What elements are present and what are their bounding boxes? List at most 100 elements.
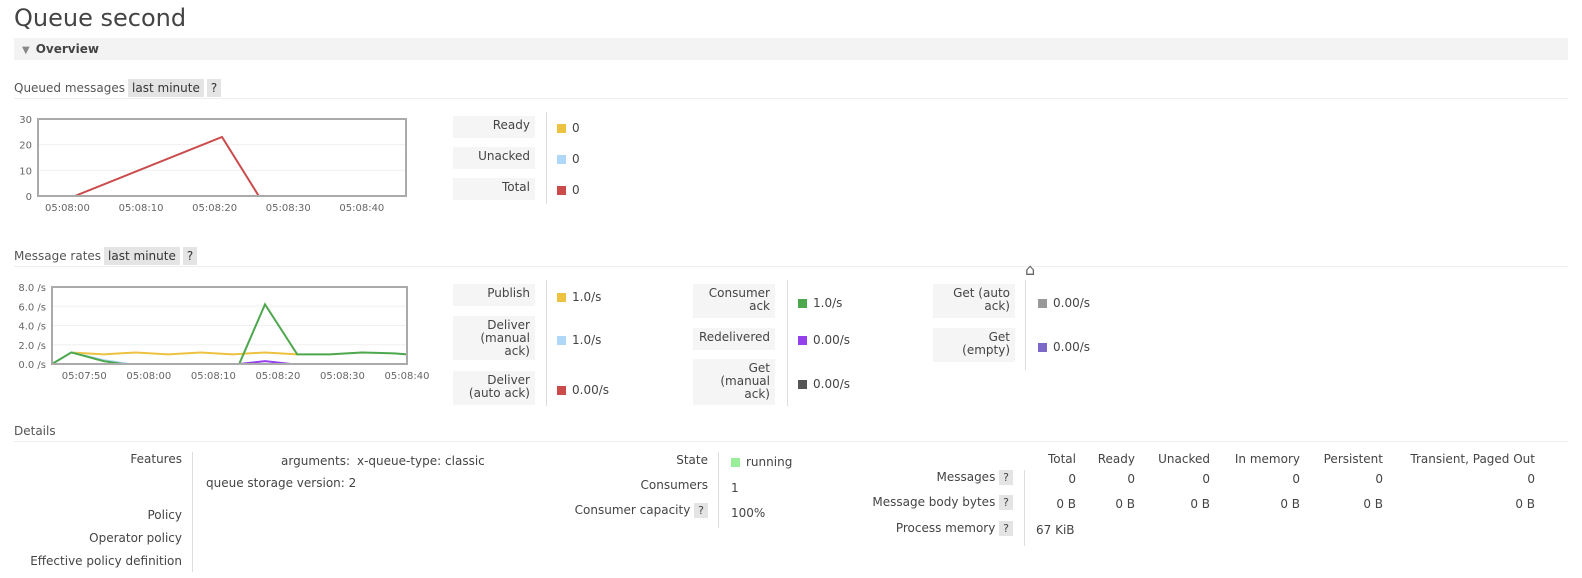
color-swatch [557, 124, 566, 133]
overview-section-toggle[interactable]: ▼ Overview [14, 38, 1568, 60]
x-tick-label: 05:08:00 [126, 371, 171, 382]
x-tick-label: 05:08:20 [192, 203, 237, 214]
stats-cell: 0 B [1515, 497, 1535, 511]
page-title: Queue second [14, 4, 187, 32]
y-tick-label: 0.0 /s [18, 360, 46, 371]
value-text: 0.00/s [813, 377, 851, 391]
legend-value: 0 [557, 183, 580, 197]
divider [14, 266, 1568, 267]
color-swatch [1038, 343, 1047, 352]
x-tick-label: 05:08:00 [45, 203, 90, 214]
legend-value: 0.00/s [798, 333, 850, 347]
divider [14, 441, 1568, 442]
legend-value: 0.00/s [1038, 340, 1090, 354]
help-button[interactable]: ? [182, 247, 198, 265]
plot-frame [37, 118, 407, 197]
message-rates-header: Message rates last minute? [14, 247, 198, 265]
x-tick-label: 05:08:30 [320, 371, 365, 382]
queued-messages-chart: 0 10 20 30 05:08:00 05:08:10 05:08:20 05:08:30 0… [19, 115, 407, 214]
range-selector[interactable]: last minute [128, 79, 204, 97]
consumers-value: 1 [731, 481, 739, 495]
policy-label: Policy [147, 508, 182, 522]
x-tick-label: 05:08:30 [266, 203, 311, 214]
x-tick-label: 05:08:10 [119, 203, 164, 214]
legend-label: Total [453, 178, 535, 200]
details-label: Details [14, 424, 56, 438]
legend-label: Consumer ack [693, 284, 775, 318]
help-button[interactable]: ? [206, 79, 222, 97]
series-line-total [38, 135, 406, 197]
legend-value: 0 [557, 152, 580, 166]
stats-row-label: Process memory ? [820, 521, 1013, 536]
color-swatch [798, 336, 807, 345]
divider [787, 280, 788, 406]
legend-value: 1.0/s [798, 296, 842, 310]
color-swatch [798, 299, 807, 308]
state-indicator [731, 458, 740, 467]
message-rates-chart: 0.0 /s 2.0 /s 4.0 /s 6.0 /s 8.0 /s 05:07:50 05… [18, 283, 430, 382]
y-tick-label: 20 [19, 141, 32, 152]
legend-value: 0 [557, 121, 580, 135]
divider [1025, 280, 1026, 370]
legend-value: 0.00/s [1038, 296, 1090, 310]
legend-label: Get (manual ack) [693, 359, 775, 405]
y-tick-label: 0 [26, 192, 32, 203]
value-text: 0.00/s [813, 333, 851, 347]
mouse-cursor-icon: ⌂ [1025, 260, 1036, 279]
legend-label: Get (empty) [933, 328, 1015, 362]
x-tick-label: 05:08:40 [339, 203, 384, 214]
value-text: 1.0/s [572, 333, 602, 347]
argument-key: x-queue-type: [357, 454, 442, 468]
legend-value: 0.00/s [557, 383, 609, 397]
legend-value: 1.0/s [557, 333, 601, 347]
divider [14, 98, 1568, 99]
legend-label: Unacked [453, 147, 535, 169]
divider [546, 280, 547, 406]
color-swatch [557, 386, 566, 395]
stats-cell: 0 [1202, 472, 1210, 486]
stats-cell: 67 KiB [1036, 523, 1075, 537]
x-tick-label: 05:08:20 [255, 371, 300, 382]
row-label-text: Process memory [895, 521, 996, 535]
overview-label: Overview [35, 42, 99, 56]
color-swatch [557, 155, 566, 164]
queued-label: Queued messages [14, 81, 126, 95]
consumers-label: Consumers [640, 478, 708, 492]
y-tick-label: 6.0 /s [18, 302, 46, 313]
y-tick-label: 10 [19, 166, 32, 177]
x-tick-label: 05:08:40 [385, 371, 430, 382]
state-label: State [676, 453, 708, 467]
features-label: Features [130, 452, 182, 466]
divider [546, 112, 547, 204]
y-tick-label: 4.0 /s [18, 322, 46, 333]
value-text: 0 [572, 183, 580, 197]
color-swatch [557, 186, 566, 195]
state-text: running [746, 455, 793, 469]
queued-messages-header: Queued messages last minute? [14, 79, 222, 97]
legend-value: 0.00/s [798, 377, 850, 391]
color-swatch [798, 380, 807, 389]
capacity-text: Consumer capacity [574, 503, 691, 517]
help-button[interactable]: ? [694, 503, 708, 518]
x-tick-label: 05:07:50 [62, 371, 107, 382]
legend-label: Deliver (auto ack) [453, 371, 535, 405]
x-tick-label: 05:08:10 [191, 371, 236, 382]
stats-cell: 0 [1375, 472, 1383, 486]
arguments-label: arguments: [281, 454, 350, 468]
legend-label: Ready [453, 116, 535, 138]
consumer-capacity-label: Consumer capacity ? [520, 503, 708, 518]
legend-label: Deliver (manual ack) [453, 316, 535, 360]
range-selector[interactable]: last minute [104, 247, 180, 265]
color-swatch [557, 336, 566, 345]
value-text: 0.00/s [1053, 340, 1091, 354]
triangle-down-icon: ▼ [22, 45, 30, 56]
value-text: 1.0/s [813, 296, 843, 310]
legend-label: Redelivered [693, 328, 775, 350]
column-header: Transient, Paged Out [1410, 452, 1535, 466]
rates-label: Message rates [14, 249, 102, 263]
help-button[interactable]: ? [999, 521, 1013, 536]
value-text: 1.0/s [572, 290, 602, 304]
effective-policy-label: Effective policy definition [30, 554, 182, 568]
stats-cell: 0 B [1190, 497, 1210, 511]
y-tick-label: 2.0 /s [18, 341, 46, 352]
